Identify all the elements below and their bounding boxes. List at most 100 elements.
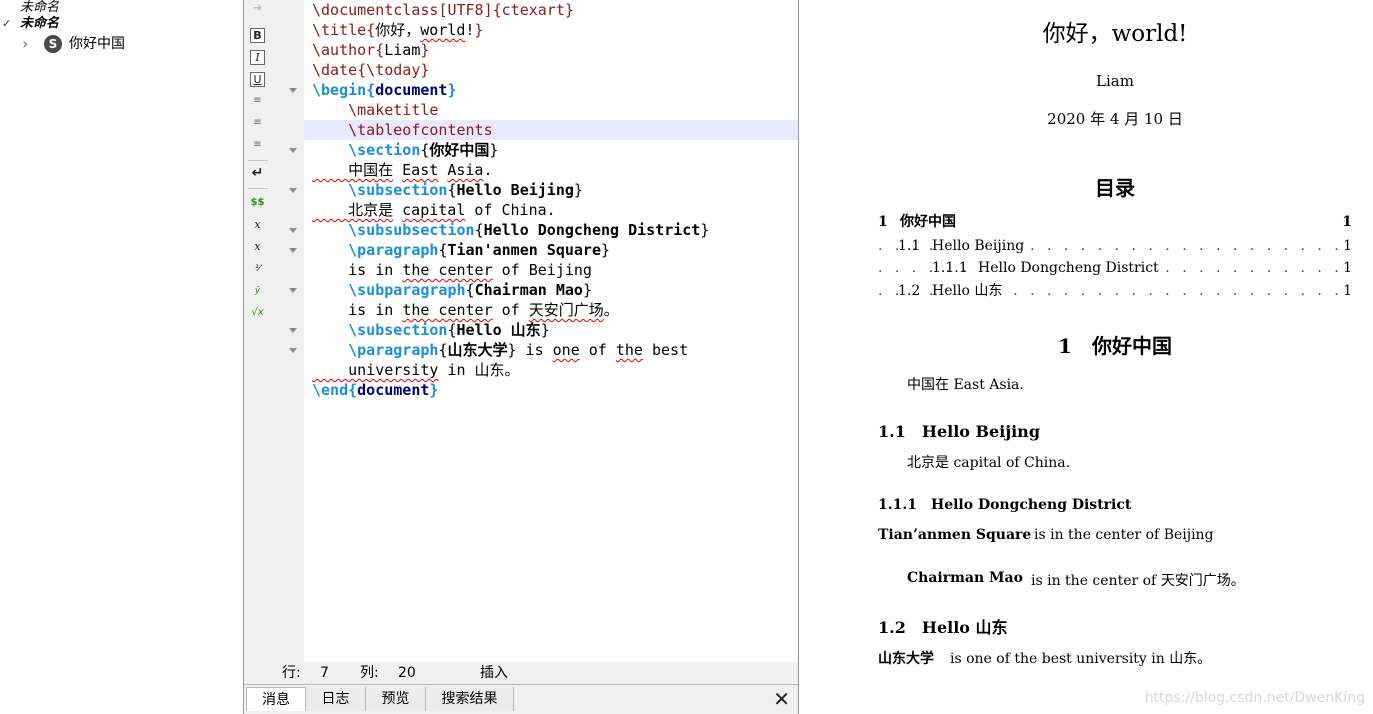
code-token: \tableofcontents — [312, 121, 493, 139]
code-line[interactable]: \maketitle — [312, 100, 438, 120]
align-right-icon[interactable]: ≡ — [250, 138, 265, 153]
check-icon: ✓ — [2, 17, 12, 30]
code-token: } — [601, 241, 611, 259]
toolbar-divider — [248, 160, 268, 161]
code-token: {\today} — [357, 61, 430, 79]
code-line[interactable]: \title{你好，world!} — [312, 20, 483, 40]
tree-item-untitled-1[interactable]: 未命名 — [20, 0, 59, 16]
code-line[interactable]: \subparagraph{Chairman Mao} — [312, 280, 592, 300]
toc-entry[interactable]: 1 你好中国 1 — [878, 212, 1352, 232]
tab-preview[interactable]: 预览 — [366, 687, 426, 711]
newline-button[interactable]: ↵ — [250, 166, 265, 181]
code-token: document — [375, 81, 448, 99]
toc-title: Hello Beijing — [932, 236, 1031, 256]
arrow-right-icon[interactable]: ➜ — [250, 1, 265, 16]
code-token: \begin — [312, 81, 367, 99]
overline-icon[interactable]: ȳ — [250, 284, 265, 299]
code-token: { — [375, 41, 385, 59]
code-token: \paragraph — [312, 341, 439, 359]
code-token: capital — [402, 201, 466, 219]
code-line[interactable]: \subsubsection{Hello Dongcheng District} — [312, 220, 709, 240]
toc-title: Hello Dongcheng District — [978, 258, 1165, 278]
code-line[interactable]: 中国在 East Asia. — [312, 160, 492, 180]
code-line[interactable]: \date{\today} — [312, 60, 429, 80]
code-line[interactable]: \section{你好中国} — [312, 140, 498, 160]
fold-marker-icon[interactable] — [289, 348, 297, 353]
paragraph2-body: is one of the best university in 山东。 — [950, 651, 1212, 667]
code-token: world — [420, 21, 466, 39]
toc-entry[interactable]: . . . . . . . . . . . . . . . . . . . . … — [878, 281, 1352, 301]
tree-item-untitled-2[interactable]: 未命名 — [20, 16, 59, 32]
code-line[interactable]: \documentclass[UTF8]{ctexart} — [312, 0, 574, 20]
tab-log[interactable]: 日志 — [306, 687, 366, 711]
code-line[interactable]: \author{Liam} — [312, 40, 429, 60]
code-token: 。 — [603, 301, 619, 319]
fold-marker-icon[interactable] — [289, 148, 297, 153]
tab-search-results[interactable]: 搜索结果 — [426, 687, 514, 711]
tree-item-section[interactable]: 你好中国 — [69, 36, 125, 52]
tab-messages[interactable]: 消息 — [246, 687, 306, 711]
code-token: 你好中国 — [429, 141, 490, 159]
section-body: 中国在 East Asia. — [907, 377, 1024, 393]
code-line[interactable]: 北京是 capital of China. — [312, 200, 556, 220]
code-token: document — [357, 381, 430, 399]
fold-marker-icon[interactable] — [289, 288, 297, 293]
toc-number: 1 — [878, 214, 888, 230]
code-line[interactable]: \paragraph{Tian'anmen Square} — [312, 240, 610, 260]
math-button[interactable]: $$ — [250, 196, 265, 211]
code-token: is in — [312, 301, 403, 319]
fold-marker-icon[interactable] — [289, 88, 297, 93]
superscript-button[interactable]: x — [250, 240, 265, 255]
toc-entry[interactable]: . . . . . . . . . . . . . . . . . . . . … — [878, 236, 1352, 256]
toc-title: Hello 山东 — [932, 281, 1009, 301]
toc-number: 1.1 — [898, 238, 921, 254]
code-token: { — [348, 381, 358, 399]
subscript-button[interactable]: x — [250, 218, 265, 233]
code-token: \title — [312, 21, 367, 39]
align-left-icon[interactable]: ≡ — [250, 94, 265, 109]
subparagraph-title: Chairman Mao — [907, 570, 1023, 586]
underline-button[interactable]: U — [250, 72, 265, 87]
toc-heading: 目录 — [1095, 176, 1135, 200]
fold-marker-icon[interactable] — [289, 248, 297, 253]
code-line[interactable]: is in the center of Beijing — [312, 260, 592, 280]
status-bar: 行: 7 列: 20 插入 — [244, 662, 798, 684]
sqrt-button[interactable]: √x — [250, 306, 265, 321]
code-token: } is — [507, 341, 553, 359]
fold-marker-icon[interactable] — [289, 228, 297, 233]
doc-author: Liam — [1096, 72, 1134, 90]
code-line[interactable]: \tableofcontents — [312, 120, 493, 140]
code-line[interactable]: \paragraph{山东大学} is one of the best — [312, 340, 688, 360]
paragraph-title: Tian’anmen Square — [878, 527, 1032, 543]
italic-button[interactable]: I — [250, 50, 265, 65]
code-editor[interactable]: \documentclass[UTF8]{ctexart} \title{你好，w… — [304, 0, 798, 662]
section-icon: S — [44, 35, 62, 53]
doc-title: 你好，world! — [1042, 21, 1188, 47]
fraction-icon[interactable]: ⅟ — [250, 262, 265, 277]
toc-page: 1 — [1339, 258, 1352, 278]
code-token: } — [429, 381, 439, 399]
code-line[interactable]: \end{document} — [312, 380, 438, 400]
subsection-body: 北京是 capital of China. — [907, 455, 1071, 471]
code-line[interactable]: university in 山东。 — [312, 360, 519, 380]
align-center-icon[interactable]: ≡ — [250, 116, 265, 131]
code-token: \section — [312, 141, 421, 159]
watermark: https://blog.csdn.net/DwenKing — [1144, 690, 1365, 706]
editor-panel: ➜ B I U ≡ ≡ ≡ ↵ $$ x x ⅟ ȳ √x \documentc… — [243, 0, 799, 714]
close-icon[interactable]: ✕ — [773, 688, 790, 710]
code-token: 你好， — [375, 21, 421, 39]
fold-marker-icon[interactable] — [289, 188, 297, 193]
code-token: \author — [312, 41, 376, 59]
format-toolbar: ➜ B I U ≡ ≡ ≡ ↵ $$ x x ⅟ ȳ √x — [244, 0, 272, 662]
toc-entry[interactable]: . . . . . . . . . . . . . . . . . . . . … — [878, 258, 1352, 278]
code-line[interactable]: \subsection{Hello Beijing} — [312, 180, 583, 200]
bold-button[interactable]: B — [250, 28, 265, 43]
code-token: } — [447, 81, 457, 99]
chevron-right-icon[interactable]: › — [22, 34, 28, 53]
code-line[interactable]: \subsection{Hello 山东} — [312, 320, 550, 340]
code-line[interactable]: is in the center of 天安门广场。 — [312, 300, 619, 320]
code-line[interactable]: \begin{document} — [312, 80, 457, 100]
structure-tree: 未命名 ✓ 未命名 › S 你好中国 — [0, 0, 243, 714]
fold-marker-icon[interactable] — [289, 328, 297, 333]
